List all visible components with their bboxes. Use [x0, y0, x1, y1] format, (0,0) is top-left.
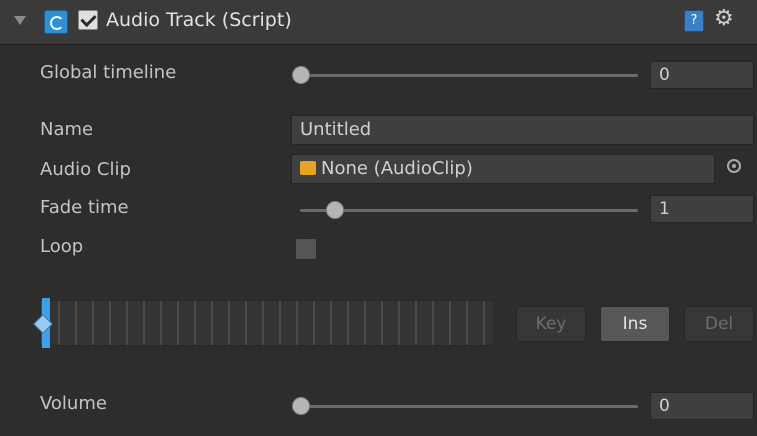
key-button[interactable]: Key	[516, 306, 586, 342]
object-picker-icon[interactable]	[727, 159, 741, 173]
fade-time-label: Fade time	[40, 197, 129, 218]
loop-label: Loop	[40, 236, 84, 257]
global-timeline-field[interactable]: 0	[650, 61, 754, 89]
audio-clip-value: None (AudioClip)	[321, 158, 473, 179]
name-label: Name	[40, 119, 94, 140]
delete-button[interactable]: Del	[684, 306, 754, 342]
script-icon	[44, 10, 68, 34]
component-enabled-checkbox[interactable]	[78, 10, 98, 30]
insert-button[interactable]: Ins	[600, 306, 670, 342]
help-book-icon[interactable]: ?	[684, 10, 704, 32]
audio-clip-field[interactable]: None (AudioClip)	[291, 154, 715, 184]
volume-slider-thumb[interactable]	[292, 397, 310, 415]
keyframe-timeline[interactable]	[40, 300, 495, 346]
volume-label: Volume	[40, 393, 107, 414]
fade-time-slider-track[interactable]	[300, 209, 638, 212]
name-input[interactable]: Untitled	[291, 115, 754, 145]
global-timeline-label: Global timeline	[40, 62, 177, 83]
component-header: Audio Track (Script) ? ⚙	[0, 0, 757, 45]
fade-time-field[interactable]: 1	[650, 195, 754, 223]
volume-field[interactable]: 0	[650, 392, 754, 420]
fade-time-slider-thumb[interactable]	[325, 201, 344, 219]
volume-slider-track[interactable]	[300, 405, 638, 408]
audio-clip-icon	[300, 161, 316, 175]
loop-checkbox[interactable]	[295, 238, 317, 260]
component-title: Audio Track (Script)	[106, 9, 292, 31]
foldout-triangle-icon[interactable]	[14, 16, 26, 25]
global-timeline-slider-track[interactable]	[300, 74, 638, 77]
gear-icon[interactable]: ⚙	[714, 6, 734, 31]
global-timeline-slider-thumb[interactable]	[292, 66, 310, 84]
audio-clip-label: Audio Clip	[40, 159, 131, 180]
